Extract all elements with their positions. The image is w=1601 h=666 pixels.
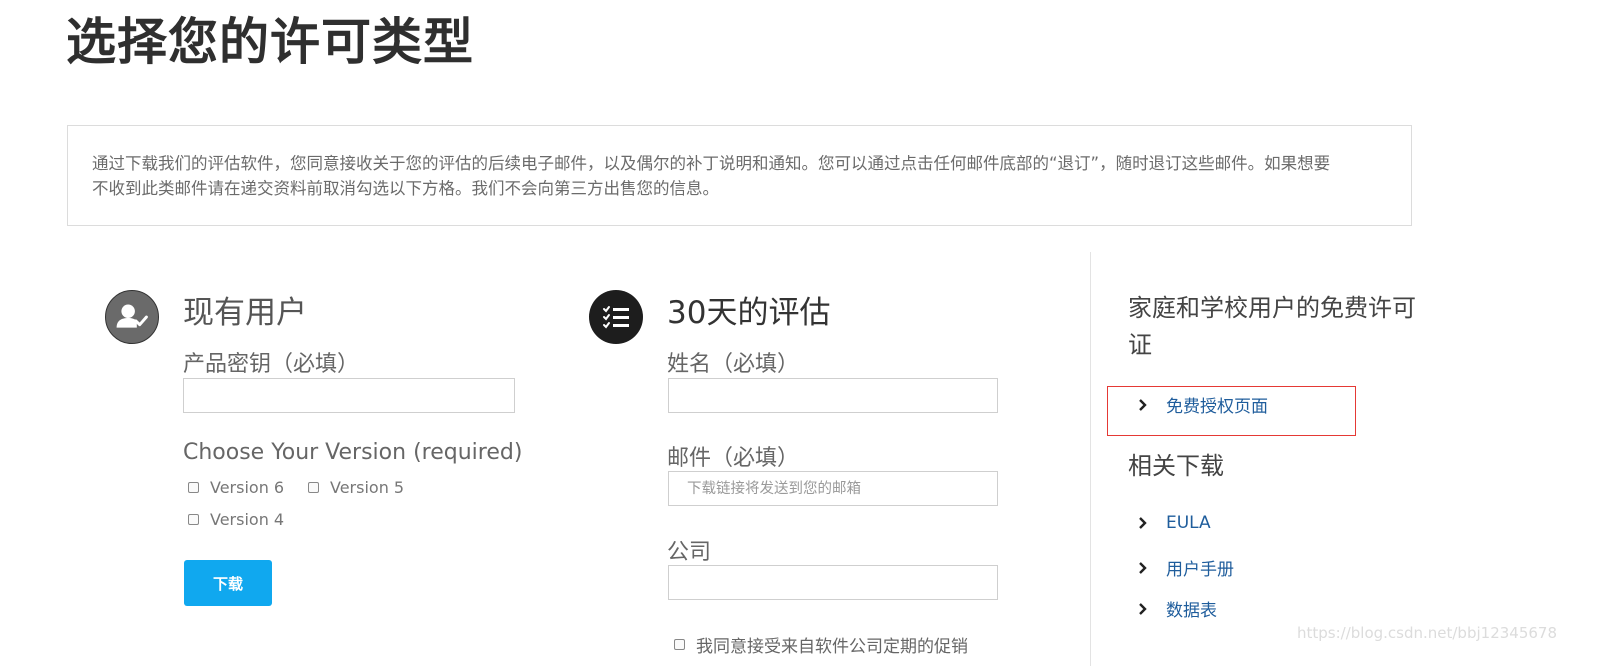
version-6-checkbox[interactable] (188, 482, 199, 493)
version-4-label: Version 4 (210, 510, 285, 529)
watermark: https://blog.csdn.net/bbj12345678 (1296, 624, 1557, 642)
manual-link-text[interactable]: 用户手册 (1166, 555, 1234, 580)
related-downloads-heading: 相关下载 (1128, 452, 1224, 480)
version-4-checkbox[interactable] (188, 514, 199, 525)
notice-line-1: 通过下载我们的评估软件，您同意接收关于您的评估的后续电子邮件，以及偶尔的补丁说明… (92, 154, 1331, 173)
existing-user-title: 现有用户 (183, 295, 307, 331)
consent-label: 我同意接受来自软件公司定期的促销 (696, 637, 968, 657)
company-label: 公司 (667, 540, 712, 565)
name-input[interactable] (668, 378, 998, 413)
notice-line-2: 不收到此类邮件请在递交资料前取消勾选以下方格。我们不会向第三方出售您的信息。 (92, 179, 719, 198)
page-title: 选择您的许可类型 (66, 13, 474, 71)
consent-checkbox[interactable] (674, 639, 685, 650)
chevron-right-icon (1139, 517, 1147, 529)
email-label: 邮件（必填） (667, 446, 800, 471)
chevron-right-icon (1139, 602, 1147, 615)
version-6-option[interactable]: Version 6 (188, 478, 284, 497)
version-5-label: Version 5 (330, 478, 405, 497)
email-input[interactable] (668, 471, 998, 506)
datasheet-link-text[interactable]: 数据表 (1166, 596, 1217, 621)
version-5-option[interactable]: Version 5 (308, 478, 404, 497)
version-6-label: Version 6 (210, 478, 285, 497)
user-check-icon (105, 290, 159, 344)
column-divider (1090, 252, 1091, 666)
company-input[interactable] (668, 565, 998, 600)
name-label: 姓名（必填） (667, 352, 800, 377)
consent-option[interactable]: 我同意接受来自软件公司定期的促销 (674, 632, 968, 657)
download-button[interactable]: 下载 (184, 560, 272, 606)
version-4-option[interactable]: Version 4 (188, 510, 284, 529)
checklist-icon (589, 290, 643, 344)
highlight-box (1107, 386, 1356, 436)
eula-link-text[interactable]: EULA (1166, 513, 1211, 533)
related-link-datasheet[interactable]: 数据表 (1136, 596, 1217, 621)
privacy-notice: 通过下载我们的评估软件，您同意接收关于您的评估的后续电子邮件，以及偶尔的补丁说明… (67, 125, 1412, 226)
related-link-eula[interactable]: EULA (1136, 513, 1211, 533)
product-key-label: 产品密钥（必填） (183, 352, 360, 377)
chevron-right-icon (1139, 561, 1147, 574)
evaluation-title: 30天的评估 (667, 295, 831, 331)
product-key-input[interactable] (183, 378, 515, 413)
free-license-heading: 家庭和学校用户的免费许可证 (1128, 294, 1416, 359)
related-link-manual[interactable]: 用户手册 (1136, 555, 1234, 580)
version-label: Choose Your Version (required) (183, 440, 523, 465)
version-5-checkbox[interactable] (308, 482, 319, 493)
